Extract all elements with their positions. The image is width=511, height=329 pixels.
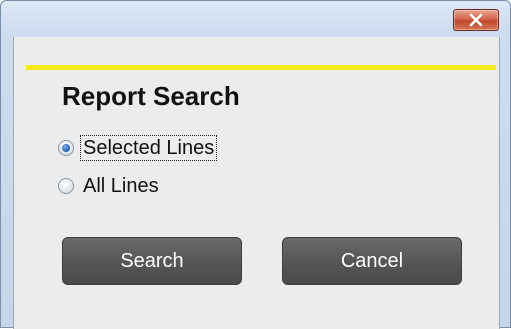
dialog-content: Report Search Selected Lines All Lines S… xyxy=(13,37,500,329)
radio-button-unchecked[interactable] xyxy=(58,178,74,194)
dialog-window: Report Search Selected Lines All Lines S… xyxy=(0,0,511,329)
cancel-button[interactable]: Cancel xyxy=(282,237,462,285)
dialog-heading: Report Search xyxy=(62,81,240,111)
close-button[interactable] xyxy=(453,9,499,31)
search-button[interactable]: Search xyxy=(62,237,242,285)
radio-option-all-lines[interactable]: All Lines xyxy=(58,173,161,199)
radio-label-all-lines: All Lines xyxy=(83,175,159,197)
radio-button-checked[interactable] xyxy=(58,140,74,156)
radio-label-selected-lines: Selected Lines xyxy=(79,135,218,161)
close-x-icon xyxy=(469,13,483,27)
accent-bar xyxy=(26,65,496,70)
radio-option-selected-lines[interactable]: Selected Lines xyxy=(58,135,218,161)
